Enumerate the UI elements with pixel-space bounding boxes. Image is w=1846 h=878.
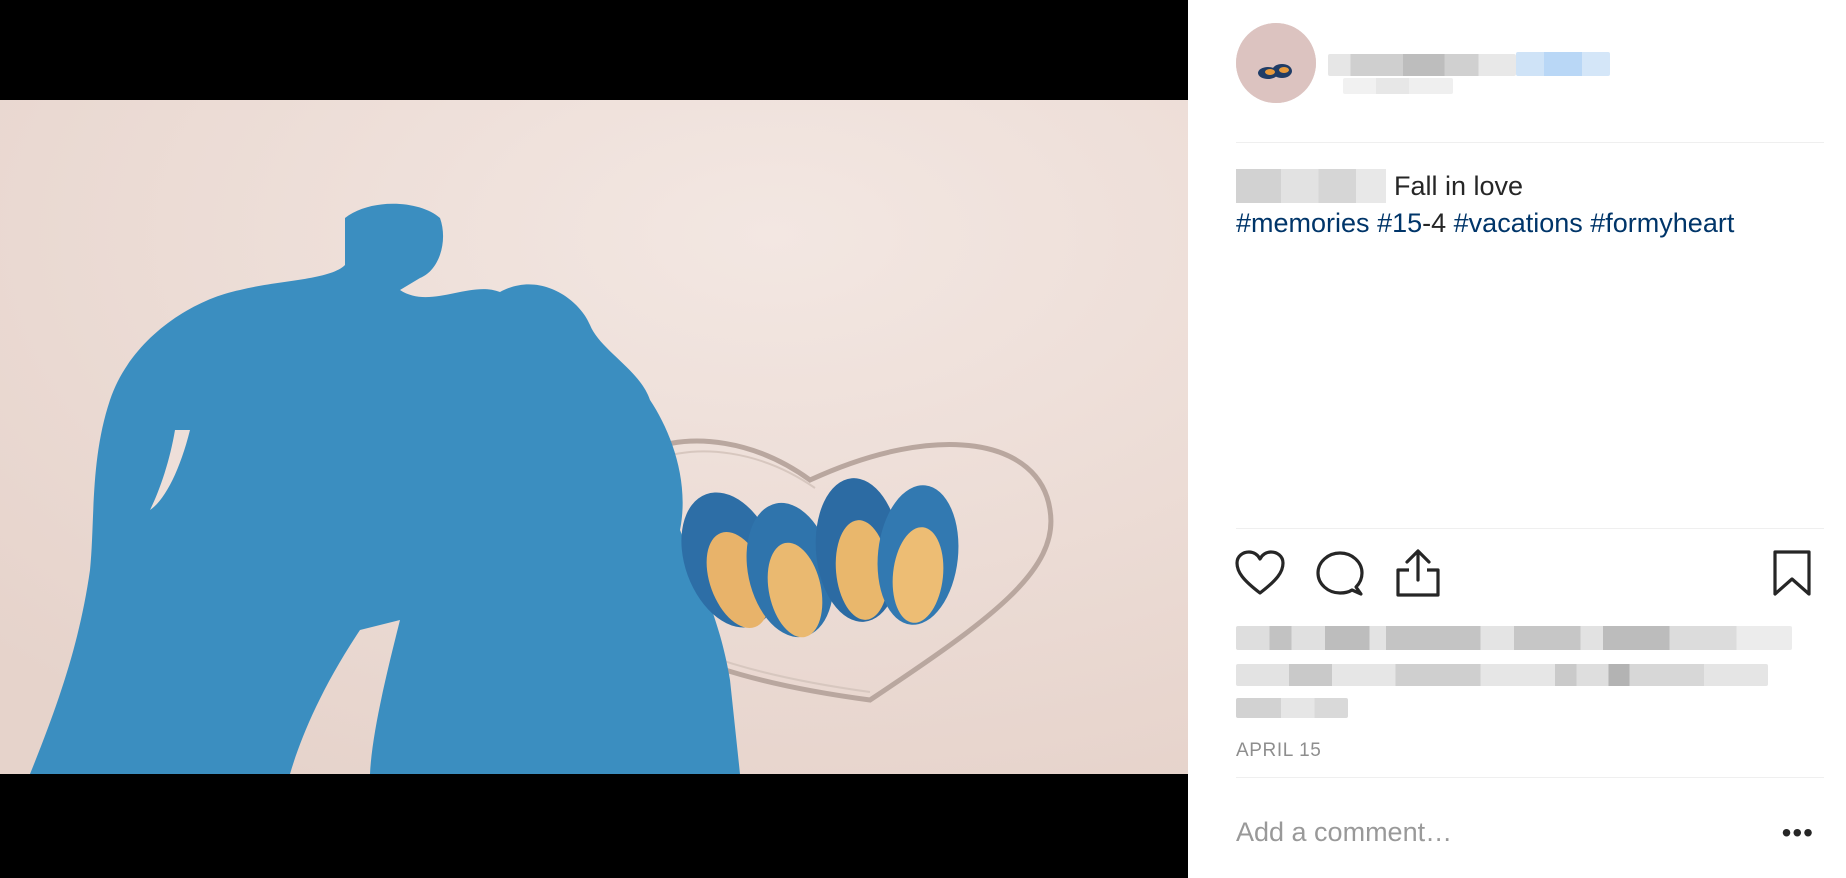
- post-sidebar: Fall in love #memories #15-4 #vacations …: [1188, 0, 1846, 878]
- username-blurred[interactable]: [1328, 54, 1516, 76]
- hashtag-formyheart[interactable]: #formyheart: [1590, 208, 1734, 238]
- post-caption: Fall in love #memories #15-4 #vacations …: [1236, 168, 1822, 242]
- actions-divider: [1236, 528, 1824, 529]
- comment-input[interactable]: [1236, 812, 1656, 852]
- post-date[interactable]: APRIL 15: [1236, 740, 1321, 762]
- likes-blurred[interactable]: [1236, 626, 1792, 650]
- comment-divider: [1236, 777, 1824, 778]
- speech-bubble-icon[interactable]: [1316, 551, 1364, 597]
- heart-icon[interactable]: [1235, 550, 1285, 596]
- hashtag-list: #memories #15-4 #vacations #formyheart: [1236, 208, 1734, 238]
- comments-blurred-line2[interactable]: [1236, 698, 1348, 718]
- caption-text: Fall in love: [1394, 171, 1524, 201]
- comments-blurred[interactable]: [1236, 664, 1768, 686]
- follow-link-blurred[interactable]: [1516, 52, 1610, 76]
- hashtag-vacations[interactable]: #vacations: [1454, 208, 1583, 238]
- location-blurred[interactable]: [1343, 78, 1453, 94]
- share-icon[interactable]: [1395, 548, 1441, 598]
- avatar[interactable]: [1236, 23, 1316, 103]
- bookmark-icon[interactable]: [1772, 549, 1812, 597]
- caption-username-blurred[interactable]: [1236, 169, 1386, 203]
- header-divider: [1236, 142, 1824, 143]
- post-media[interactable]: [0, 0, 1188, 878]
- hashtag-memories[interactable]: #memories: [1236, 208, 1370, 238]
- hashtag-15[interactable]: #15: [1377, 208, 1422, 238]
- more-options-icon[interactable]: •••: [1782, 819, 1814, 847]
- post-photo[interactable]: [0, 100, 1188, 774]
- hashtag-suffix: -4: [1422, 208, 1447, 238]
